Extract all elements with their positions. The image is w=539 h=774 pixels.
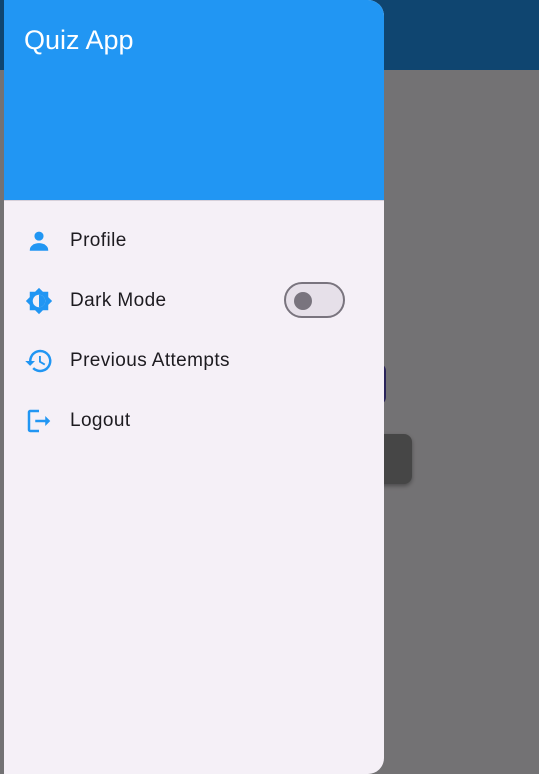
menu-item-logout[interactable]: Logout bbox=[4, 391, 384, 451]
history-icon bbox=[24, 346, 54, 376]
drawer-menu: Profile Dark Mode Previous Attempts Logo… bbox=[4, 211, 384, 451]
dark-mode-switch[interactable] bbox=[284, 282, 345, 318]
logout-icon bbox=[24, 406, 54, 436]
switch-thumb bbox=[294, 292, 312, 310]
brightness-icon bbox=[24, 286, 54, 316]
person-icon bbox=[24, 226, 54, 256]
navigation-drawer: Quiz App Profile Dark Mode Previous Atte… bbox=[4, 0, 384, 774]
menu-item-label: Logout bbox=[70, 410, 131, 431]
menu-item-label: Previous Attempts bbox=[70, 350, 230, 371]
drawer-header: Quiz App bbox=[4, 0, 384, 201]
menu-item-previous-attempts[interactable]: Previous Attempts bbox=[4, 331, 384, 391]
menu-item-dark-mode[interactable]: Dark Mode bbox=[4, 271, 384, 331]
menu-item-profile[interactable]: Profile bbox=[4, 211, 384, 271]
menu-item-label: Dark Mode bbox=[70, 290, 167, 311]
app-screen: Quiz App Profile Dark Mode Previous Atte… bbox=[0, 0, 539, 774]
drawer-title: Quiz App bbox=[24, 25, 134, 55]
menu-item-label: Profile bbox=[70, 230, 127, 251]
